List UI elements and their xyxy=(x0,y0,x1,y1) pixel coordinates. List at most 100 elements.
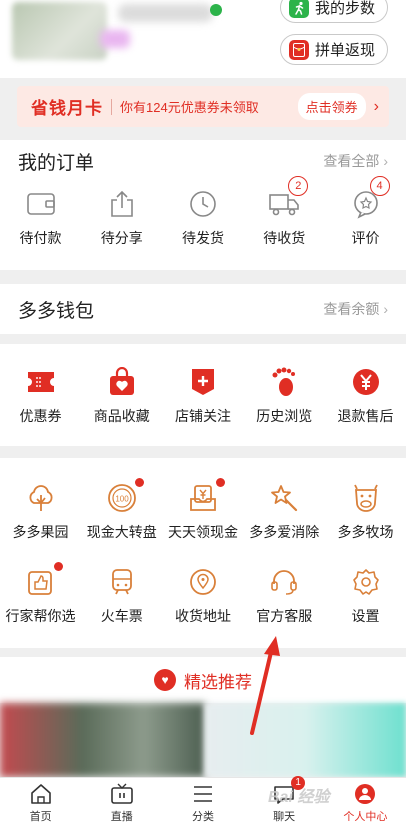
service-train-tickets[interactable]: 火车票 xyxy=(81,564,162,626)
headset-icon xyxy=(266,564,302,600)
shortcut-followed-stores[interactable]: 店铺关注 xyxy=(163,364,244,426)
order-review[interactable]: 4 评价 xyxy=(325,176,406,248)
tree-icon xyxy=(23,480,59,516)
my-steps-button[interactable]: 我的步数 xyxy=(279,0,388,23)
savings-card-banner[interactable]: 省钱月卡 你有124元优惠券未领取 点击领券 › xyxy=(17,86,389,127)
username xyxy=(118,4,213,22)
services-row-2: 行家帮你选 火车票 收货地址 官方客服 设置 xyxy=(0,562,406,626)
tab-chat[interactable]: 1 聊天 xyxy=(244,775,325,827)
service-expert-pick[interactable]: 行家帮你选 xyxy=(0,562,81,626)
home-icon xyxy=(28,782,54,806)
shortcuts-section: 优惠券 商品收藏 店铺关注 历史浏览 退款售后 xyxy=(0,344,406,446)
service-label: 多多爱消除 xyxy=(249,524,320,540)
coupon-icon xyxy=(23,364,59,400)
chat-unread-badge: 1 xyxy=(291,775,306,790)
service-customer-support[interactable]: 官方客服 xyxy=(244,564,325,626)
truck-icon: 2 xyxy=(266,176,309,222)
tab-live[interactable]: 直播 xyxy=(81,778,162,827)
order-pending-payment[interactable]: 待付款 xyxy=(0,186,81,248)
store-follow-icon xyxy=(185,364,221,400)
avatar[interactable] xyxy=(12,2,107,60)
group-rebate-label: 拼单返现 xyxy=(314,42,375,59)
wallet-section[interactable]: 多多钱包 查看余额 › xyxy=(0,284,406,334)
product-feed xyxy=(0,703,406,777)
chevron-right-icon: › xyxy=(383,153,388,169)
wallet-header: 多多钱包 查看余额 › xyxy=(0,284,406,334)
tab-label: 分类 xyxy=(191,810,214,823)
service-daily-cash[interactable]: 天天领现金 xyxy=(163,478,244,542)
order-pending-share[interactable]: 待分享 xyxy=(81,186,162,248)
tab-label: 个人中心 xyxy=(343,810,388,823)
order-status-label: 待发货 xyxy=(182,230,224,246)
shortcut-favorites[interactable]: 商品收藏 xyxy=(81,364,162,426)
service-match-game[interactable]: 多多爱消除 xyxy=(244,480,325,542)
view-balance-link[interactable]: 查看余额 › xyxy=(323,299,388,319)
shortcut-label: 优惠券 xyxy=(19,408,62,424)
thumbs-up-icon xyxy=(23,562,63,600)
order-status-label: 待分享 xyxy=(100,230,143,246)
promo-title: 省钱月卡 xyxy=(31,99,103,118)
tab-profile[interactable]: 个人中心 xyxy=(325,778,406,827)
claim-coupon-button[interactable]: 点击领券 xyxy=(297,93,366,120)
shortcut-label: 退款售后 xyxy=(337,408,394,424)
tab-categories[interactable]: 分类 xyxy=(162,778,243,827)
cow-icon xyxy=(348,480,384,516)
promo-divider xyxy=(111,98,112,115)
wallet-icon xyxy=(23,186,59,222)
service-label: 天天领现金 xyxy=(168,524,238,540)
service-label: 官方客服 xyxy=(256,608,313,624)
star-wand-icon xyxy=(266,480,302,516)
featured-recommend-header: ♥ 精选推荐 xyxy=(0,657,406,703)
group-rebate-button[interactable]: 拼单返现 xyxy=(279,34,388,65)
notification-dot xyxy=(53,562,63,571)
tv-icon xyxy=(109,782,135,806)
chat-icon: 1 xyxy=(271,775,306,806)
orders-header: 我的订单 查看全部 › xyxy=(0,140,406,182)
orders-title: 我的订单 xyxy=(18,152,95,174)
service-label: 多多牧场 xyxy=(337,524,394,540)
service-label: 火车票 xyxy=(100,608,143,624)
order-pending-receipt[interactable]: 2 待收货 xyxy=(244,176,325,248)
favorite-bag-icon xyxy=(104,364,140,400)
tab-label: 直播 xyxy=(110,810,133,823)
profile-header: 我的步数 拼单返现 xyxy=(0,0,406,78)
service-ranch[interactable]: 多多牧场 xyxy=(325,480,406,542)
person-icon xyxy=(352,782,378,806)
order-status-label: 待付款 xyxy=(19,230,62,246)
user-tag xyxy=(100,30,130,48)
shortcut-refund[interactable]: 退款售后 xyxy=(325,364,406,426)
service-orchard[interactable]: 多多果园 xyxy=(0,480,81,542)
service-label: 设置 xyxy=(351,608,380,624)
service-label: 行家帮你选 xyxy=(5,608,76,624)
recommend-title: 精选推荐 xyxy=(184,672,252,692)
orders-section: 我的订单 查看全部 › 待付款 待分享 待发货 2 待收货 4 评价 xyxy=(0,140,406,270)
shortcut-label: 历史浏览 xyxy=(256,408,313,424)
chevron-right-icon: › xyxy=(383,301,388,317)
product-card[interactable] xyxy=(0,703,205,777)
list-icon xyxy=(190,782,216,806)
notification-dot xyxy=(134,478,144,487)
service-address[interactable]: 收货地址 xyxy=(163,564,244,626)
red-envelope-icon xyxy=(288,39,309,60)
review-count-badge: 4 xyxy=(369,176,390,196)
gear-icon xyxy=(348,564,384,600)
view-all-orders-link[interactable]: 查看全部 › xyxy=(323,151,388,171)
wheel-value: 100 xyxy=(115,495,129,504)
share-icon xyxy=(104,186,140,222)
product-card[interactable] xyxy=(205,703,406,777)
order-status-row: 待付款 待分享 待发货 2 待收货 4 评价 xyxy=(0,176,406,248)
shortcut-label: 商品收藏 xyxy=(93,408,150,424)
order-pending-shipment[interactable]: 待发货 xyxy=(163,186,244,248)
services-section: 多多果园 100 现金大转盘 天天领现金 多多爱消除 多多牧场 行家帮你选 火车… xyxy=(0,458,406,648)
tab-home[interactable]: 首页 xyxy=(0,778,81,827)
order-status-label: 评价 xyxy=(351,230,380,246)
clock-icon xyxy=(185,186,221,222)
refund-icon xyxy=(348,364,384,400)
service-cash-wheel[interactable]: 100 现金大转盘 xyxy=(81,478,162,542)
shortcut-history[interactable]: 历史浏览 xyxy=(244,364,325,426)
location-icon xyxy=(185,564,221,600)
wheel-icon: 100 xyxy=(104,478,144,516)
wallet-title: 多多钱包 xyxy=(18,300,95,322)
service-settings[interactable]: 设置 xyxy=(325,564,406,626)
shortcut-coupons[interactable]: 优惠券 xyxy=(0,364,81,426)
